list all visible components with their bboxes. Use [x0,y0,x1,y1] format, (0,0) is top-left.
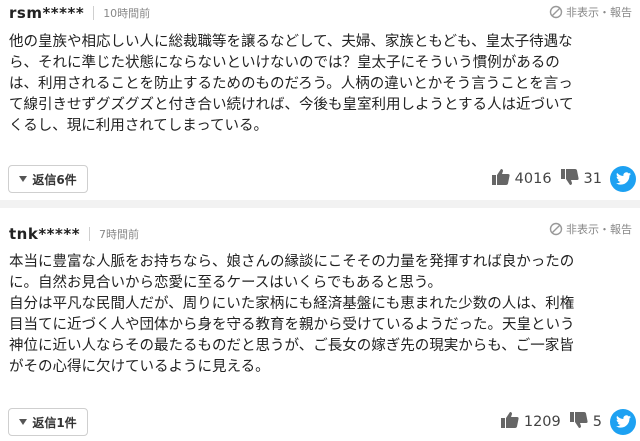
hide-report-label: 非表示・報告 [566,6,632,19]
reply-caret-icon [19,176,28,182]
comment-actions: 1209 5 [500,408,636,436]
hide-report-link[interactable]: 非表示・報告 [549,3,632,21]
comment-actions: 4016 31 [491,165,636,193]
twitter-share-button[interactable] [610,166,636,192]
reply-caret-icon [19,419,28,425]
hide-icon [549,222,563,236]
comment-line: は、利用されることを防止するためのものだろう。人柄の違いとかそう言うことを言っ [9,76,573,92]
hide-report-label: 非表示・報告 [566,223,632,236]
thumbs-down-icon [560,168,580,190]
like-button[interactable]: 4016 [491,168,552,190]
timestamp: 10時間前 [103,7,151,20]
comment-1: rsm***** 10時間前 非表示・報告 他の皇族や相応しい人に総裁職等を譲る… [0,0,640,200]
reply-label: 返信6件 [32,172,77,187]
thumbs-up-icon [491,168,511,190]
comment-line: 自分は平凡な民間人だが、周りにいた家柄にも経済基盤にも恵まれた少数の人は、利権 [9,296,575,312]
dislike-button[interactable]: 31 [560,168,602,190]
like-count: 4016 [514,171,552,187]
comment-header: rsm***** 10時間前 [9,0,150,26]
like-button[interactable]: 1209 [500,411,561,433]
comment-line: 本当に豊富な人脈をお持ちなら、娘さんの縁談にこそその力量を発揮すれば良かったの [9,254,575,270]
comment-line: 目当てに近づく人や団体から身を守る教育を親から受けているようだった。天皇という [9,317,575,333]
comment-header: tnk***** 7時間前 [9,221,139,247]
reply-button[interactable]: 返信1件 [8,408,88,436]
twitter-icon [615,170,631,189]
reply-label: 返信1件 [32,415,77,430]
timestamp: 7時間前 [99,228,140,241]
thumbs-down-icon [569,411,589,433]
twitter-icon [615,413,631,432]
thumbs-up-icon [500,411,520,433]
dislike-count: 5 [592,414,602,430]
comment-line: て線引きせずグズグズと付き合い続ければ、今後も皇室利用しようとする人は近づいて [9,97,574,113]
comment-line: に。自然お見合いから恋愛に至るケースはいくらでもあると思う。 [9,275,442,291]
comment-body: 他の皇族や相応しい人に総裁職等を譲るなどして、夫婦、家族ともども、皇太子待遇な … [9,32,574,137]
like-count: 1209 [523,414,561,430]
comment-line: 神位に近い人ならその最たるものだと思うが、ご長女の嫁ぎ先の現実からも、ご一家皆 [9,338,574,354]
comment-line: ら、それに準じた状態にならないといけないのでは？皇太子にそういう慣例があるの [9,55,560,71]
comment-line: くるし、現に利用されてしまっている。 [9,118,268,134]
hide-icon [549,5,563,19]
username[interactable]: rsm***** [9,4,84,22]
comment-line: 他の皇族や相応しい人に総裁職等を譲るなどして、夫婦、家族ともども、皇太子待遇な [9,34,573,50]
username[interactable]: tnk***** [9,225,80,243]
hide-report-link[interactable]: 非表示・報告 [549,220,632,238]
comment-divider [0,200,640,208]
header-separator [93,6,95,20]
comment-line: がその心得に欠けているように見える。 [9,359,270,375]
comment-2: tnk***** 7時間前 非表示・報告 本当に豊富な人脈をお持ちなら、娘さんの… [0,208,640,441]
twitter-share-button[interactable] [610,409,636,435]
dislike-count: 31 [583,171,602,187]
dislike-button[interactable]: 5 [569,411,602,433]
comment-body: 本当に豊富な人脈をお持ちなら、娘さんの縁談にこそその力量を発揮すれば良かったの … [9,252,575,378]
reply-button[interactable]: 返信6件 [8,165,88,193]
header-separator [89,227,91,241]
